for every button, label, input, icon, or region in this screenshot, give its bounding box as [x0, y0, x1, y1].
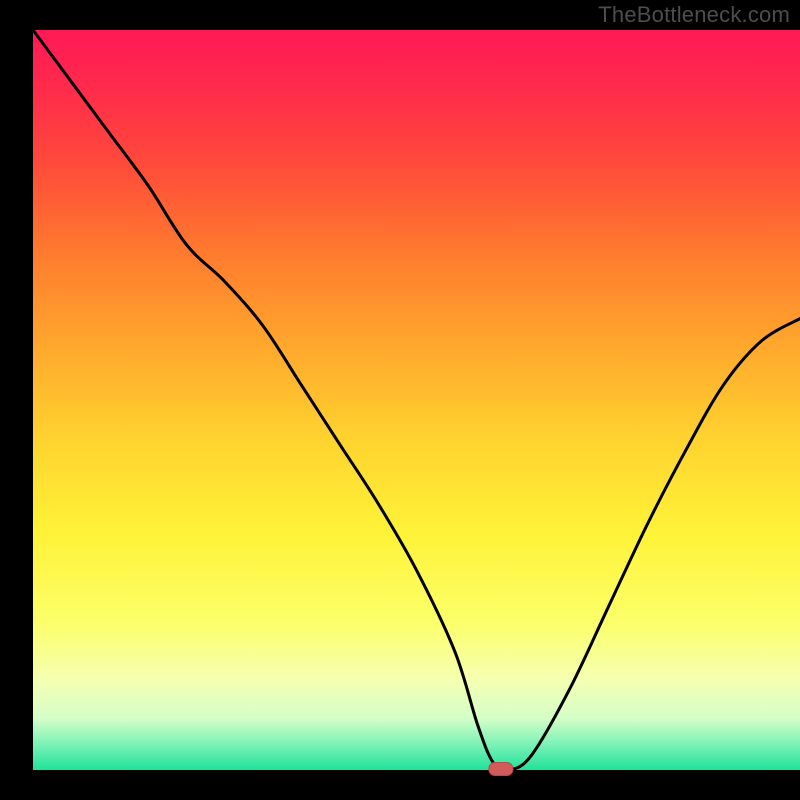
bottleneck-chart	[0, 0, 800, 800]
optimal-point-marker	[489, 763, 513, 776]
chart-frame: TheBottleneck.com	[0, 0, 800, 800]
plot-background	[33, 30, 800, 770]
watermark-text: TheBottleneck.com	[598, 2, 790, 28]
